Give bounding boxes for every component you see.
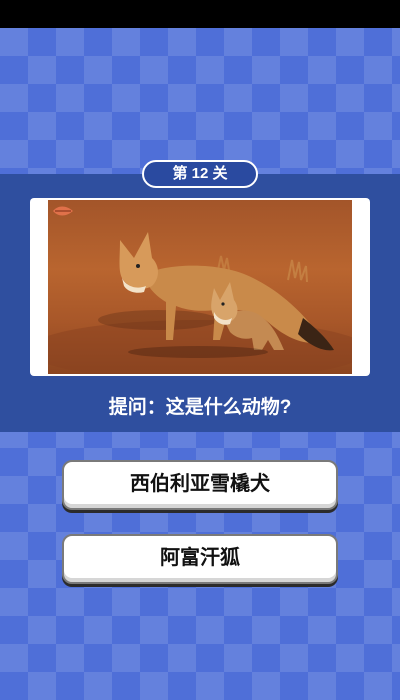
fox-illustration	[48, 232, 352, 374]
level-indicator: 第 12 关	[142, 160, 258, 188]
leaf-sticker-icon	[53, 206, 73, 216]
answer-option-2-button[interactable]: 阿富汗狐	[62, 534, 338, 584]
animal-photo	[48, 200, 352, 374]
question-text: 提问：这是什么动物?	[108, 397, 292, 418]
answer-option-1-button[interactable]: 西伯利亚雪橇犬	[62, 460, 338, 510]
status-bar	[0, 0, 400, 28]
game-screen: 第 12 关 提问：这是什么动物? 西伯利亚雪橇犬 阿富汗狐	[0, 0, 400, 700]
